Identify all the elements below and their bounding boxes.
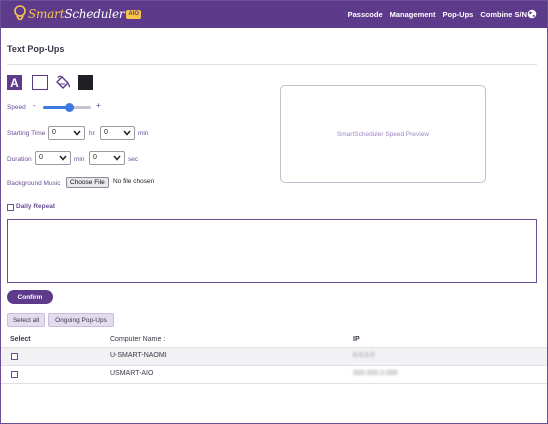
nav-combine-sn[interactable]: Combine S/N xyxy=(480,10,527,19)
app-window: SmartScheduler AIO Passcode Management P… xyxy=(0,0,548,424)
row-select-checkbox[interactable] xyxy=(11,353,18,360)
page-title: Text Pop-Ups xyxy=(7,44,65,54)
column-header-ip: IP xyxy=(353,336,360,343)
foreground-black-swatch[interactable] xyxy=(78,75,93,90)
duration-second-value: 0 xyxy=(93,154,97,161)
logo-main-text: Smart xyxy=(28,7,65,21)
chevron-down-icon xyxy=(73,130,81,136)
chevron-down-icon xyxy=(123,130,131,136)
choose-file-button[interactable]: Choose File xyxy=(66,177,109,188)
confirm-button[interactable]: Confirm xyxy=(7,290,53,304)
duration-label: Duration xyxy=(7,156,32,163)
row-divider xyxy=(1,365,547,366)
nav-management[interactable]: Management xyxy=(390,10,436,19)
duration-second-select[interactable]: 0 xyxy=(89,151,125,165)
chevron-down-icon xyxy=(59,155,67,161)
speed-slider[interactable] xyxy=(43,103,91,112)
starting-hour-select[interactable]: 0 xyxy=(48,126,85,140)
row-divider xyxy=(1,383,547,384)
table-row xyxy=(1,348,547,365)
speed-increase[interactable]: + xyxy=(96,101,101,110)
starting-hour-value: 0 xyxy=(52,129,56,136)
speed-slider-handle[interactable] xyxy=(65,103,75,112)
text-color-icon[interactable]: A xyxy=(7,75,22,90)
speed-decrease[interactable]: - xyxy=(33,101,36,110)
file-status-text: No file chosen xyxy=(113,178,155,185)
duration-second-unit: sec xyxy=(128,156,139,163)
logo-wordmark: SmartScheduler xyxy=(28,7,125,21)
duration-minute-value: 0 xyxy=(39,154,43,161)
row-computer-name: U-SMART-NAOMI xyxy=(110,352,167,359)
top-navigation-bar: SmartScheduler AIO Passcode Management P… xyxy=(1,1,547,28)
row-select-checkbox[interactable] xyxy=(11,371,18,378)
background-white-swatch[interactable] xyxy=(32,75,48,90)
speed-preview-box: SmartScheduler Speed Preview xyxy=(280,85,486,183)
fill-bucket-icon[interactable] xyxy=(54,75,72,90)
logo-mark-icon xyxy=(14,5,26,21)
column-header-select: Select xyxy=(10,336,31,343)
speed-label: Speed xyxy=(7,104,26,111)
logo-badge: AIO xyxy=(126,9,142,19)
speed-preview-text: SmartScheduler Speed Preview xyxy=(336,130,430,138)
minute-unit-label: min xyxy=(138,130,149,137)
nav-passcode[interactable]: Passcode xyxy=(348,10,383,19)
nav-pop-ups[interactable]: Pop-Ups xyxy=(442,10,473,19)
smartscheduler-logo[interactable]: SmartScheduler AIO xyxy=(13,4,142,24)
select-all-button[interactable]: Select all xyxy=(7,313,45,327)
globe-icon[interactable] xyxy=(527,9,537,19)
column-header-computer-name: Computer Name : xyxy=(110,336,166,343)
duration-minute-unit: min xyxy=(74,156,85,163)
starting-minute-select[interactable]: 0 xyxy=(100,126,135,140)
row-ip: 000.000.0.000 xyxy=(353,370,398,377)
background-music-label: Background Music xyxy=(7,180,61,187)
message-textarea[interactable] xyxy=(7,219,537,283)
daily-repeat-checkbox[interactable] xyxy=(7,204,14,211)
row-ip: 0.0.0.0 xyxy=(353,352,375,359)
logo-alt-text: Scheduler xyxy=(64,7,125,21)
duration-minute-select[interactable]: 0 xyxy=(35,151,71,165)
hour-unit-label: hr xyxy=(89,130,95,137)
starting-time-label: Starting Time xyxy=(7,130,46,137)
chevron-down-icon xyxy=(113,155,121,161)
title-divider xyxy=(7,64,537,65)
row-computer-name: USMART-AIO xyxy=(110,370,154,377)
starting-minute-value: 0 xyxy=(104,129,108,136)
main-nav: Passcode Management Pop-Ups Combine S/N xyxy=(341,1,527,28)
daily-repeat-label: Daily Repeat xyxy=(16,203,56,210)
ongoing-pop-ups-button[interactable]: Ongoing Pop-Ups xyxy=(48,313,114,327)
